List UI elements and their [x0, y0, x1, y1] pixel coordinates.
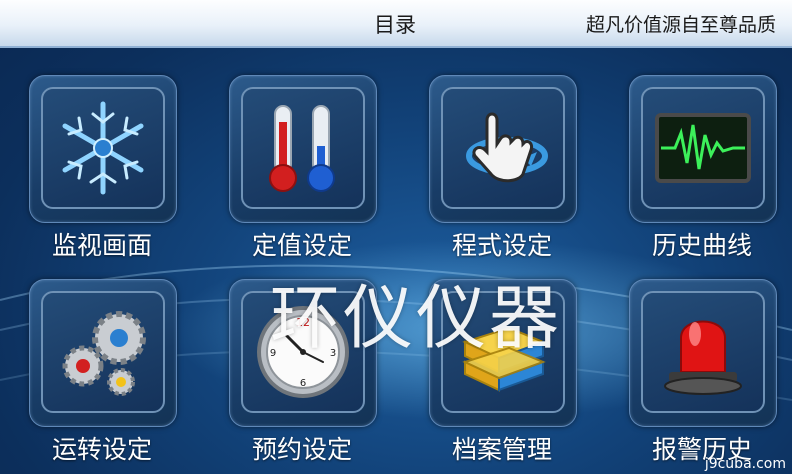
top-bar: 目录 超凡价值源自至尊品质: [0, 0, 792, 48]
brand-watermark: 环仪仪器: [270, 277, 562, 359]
corner-watermark-text: j9cuba.com: [704, 456, 786, 472]
gears-icon: [62, 311, 146, 396]
menu-label-schedule: 预约设定: [251, 435, 352, 464]
menu-button-program[interactable]: [429, 75, 577, 223]
page-title: 目录: [374, 13, 416, 37]
svg-text:6: 6: [300, 378, 306, 389]
menu-label-operation: 运转设定: [51, 435, 152, 464]
menu-label-history-curve: 历史曲线: [651, 231, 752, 260]
alarm-siren-icon: [664, 320, 742, 395]
snowflake-icon: [62, 101, 144, 195]
menu-button-monitor[interactable]: [29, 75, 177, 223]
hand-pointer-icon: [466, 112, 548, 183]
menu-button-history-curve[interactable]: [629, 75, 777, 223]
menu-label-setpoint: 定值设定: [251, 231, 352, 260]
brand-slogan: 超凡价值源自至尊品质: [585, 14, 776, 36]
menu-button-setpoint[interactable]: [229, 75, 377, 223]
thermometer-icon: [269, 105, 335, 192]
menu-button-operation[interactable]: [29, 279, 177, 427]
waveform-monitor-icon: [655, 113, 751, 183]
menu-button-alarm-history[interactable]: [629, 279, 777, 427]
menu-label-file-management: 档案管理: [451, 435, 552, 464]
menu-label-monitor: 监视画面: [51, 231, 152, 260]
menu-label-program: 程式设定: [451, 231, 552, 260]
